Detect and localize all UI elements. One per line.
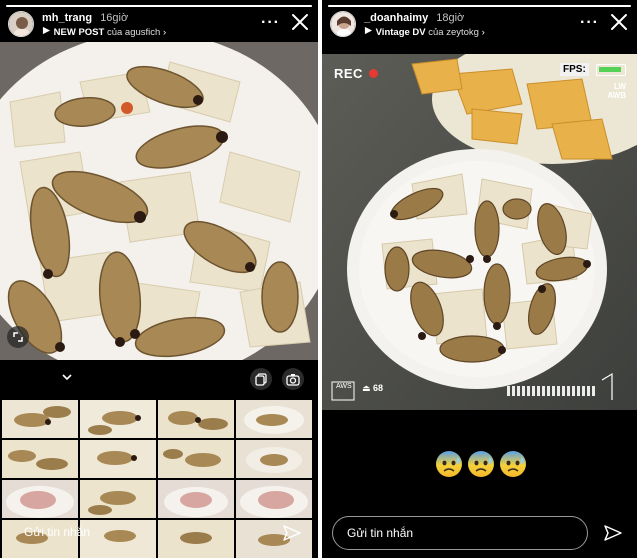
timestamp: 18giờ [436, 12, 465, 24]
awb-label: LW AWB [607, 82, 626, 100]
battery-icon [596, 64, 626, 76]
story-header: _doanhaimy 18giờ Vintage DV của zeytokg … [330, 10, 629, 40]
rec-label: REC [334, 66, 363, 81]
battery-level [599, 67, 621, 72]
music-icon [364, 26, 376, 38]
gallery-thumb[interactable] [158, 400, 234, 438]
chevron-right-icon: › [481, 27, 485, 38]
post-photo [0, 42, 318, 360]
close-icon [292, 14, 308, 30]
multi-select-button[interactable] [250, 368, 272, 390]
eject-icon: ⏏ [362, 383, 371, 393]
story-progress-bar [328, 5, 631, 7]
emoji-stickers [434, 449, 528, 479]
gallery-thumb[interactable] [236, 400, 312, 438]
camera-icon [286, 374, 300, 386]
message-input[interactable]: Gửi tin nhắn [10, 516, 268, 550]
level-value: 68 [373, 383, 384, 393]
username[interactable]: _doanhaimy [364, 12, 428, 24]
avatar[interactable] [330, 11, 356, 37]
level-readout: ⏏ 68 [362, 383, 383, 394]
link-icon [42, 26, 54, 38]
gallery-thumb[interactable] [80, 480, 156, 518]
vintage-food-photo [322, 54, 637, 410]
avatar[interactable] [8, 11, 34, 37]
send-icon[interactable] [281, 522, 303, 544]
food-photo [0, 42, 318, 360]
timestamp: 16giờ [100, 12, 129, 24]
post-title: NEW POST [53, 27, 105, 38]
music-author: của zeytokg [428, 27, 479, 38]
message-placeholder: Gửi tin nhắn [347, 526, 414, 540]
expand-button[interactable] [7, 326, 29, 348]
rec-dot [369, 69, 379, 78]
fps-label: FPS: [560, 63, 589, 76]
username[interactable]: mh_trang [42, 12, 92, 24]
cold-sweat-emoji [436, 451, 462, 477]
gallery-thumb[interactable] [2, 440, 78, 478]
gallery-thumb[interactable] [80, 400, 156, 438]
message-input[interactable]: Gửi tin nhắn [332, 516, 588, 550]
close-button[interactable] [609, 12, 629, 32]
gallery-thumb[interactable] [236, 480, 312, 518]
copy-icon [255, 373, 267, 386]
gallery-thumb[interactable] [158, 440, 234, 478]
rec-indicator: REC [334, 66, 379, 81]
new-post-link[interactable]: NEW POST của agusfich › [42, 26, 166, 38]
post-author: của agusfich [106, 27, 161, 38]
close-icon [611, 14, 627, 30]
progress-fill [328, 5, 631, 7]
cold-sweat-emoji [468, 451, 494, 477]
avatar-image [331, 12, 355, 36]
gallery-thumb[interactable] [2, 400, 78, 438]
music-link[interactable]: Vintage DV của zeytokg › [364, 26, 485, 38]
chevron-down-icon[interactable] [60, 370, 74, 384]
expand-icon [13, 332, 23, 342]
story-header: mh_trang 16giờ NEW POST của agusfich › ·… [8, 10, 310, 40]
music-title: Vintage DV [375, 27, 426, 38]
more-options-button[interactable]: ··· [261, 14, 280, 32]
user-line: _doanhaimy 18giờ [364, 12, 464, 24]
cold-sweat-emoji [500, 451, 526, 477]
gallery-thumb[interactable] [158, 480, 234, 518]
close-button[interactable] [290, 12, 310, 32]
right-story-panel: _doanhaimy 18giờ Vintage DV của zeytokg … [322, 0, 637, 558]
send-icon[interactable] [602, 522, 624, 544]
more-options-button[interactable]: ··· [580, 14, 599, 32]
avatar-image [9, 12, 33, 36]
message-placeholder: Gửi tin nhắn [24, 525, 91, 539]
left-story-panel: mh_trang 16giờ NEW POST của agusfich › ·… [0, 0, 318, 558]
story-progress-bar [6, 5, 312, 7]
aws-label: AWS [336, 383, 352, 390]
user-line: mh_trang 16giờ [42, 12, 128, 24]
gallery-thumb[interactable] [236, 440, 312, 478]
chevron-right-icon: › [162, 27, 167, 38]
camera-button[interactable] [282, 368, 304, 390]
gallery-thumb[interactable] [2, 480, 78, 518]
progress-fill [6, 5, 312, 7]
story-photo [322, 54, 637, 410]
gallery-toolbar [0, 360, 318, 400]
gallery-thumb[interactable] [80, 440, 156, 478]
